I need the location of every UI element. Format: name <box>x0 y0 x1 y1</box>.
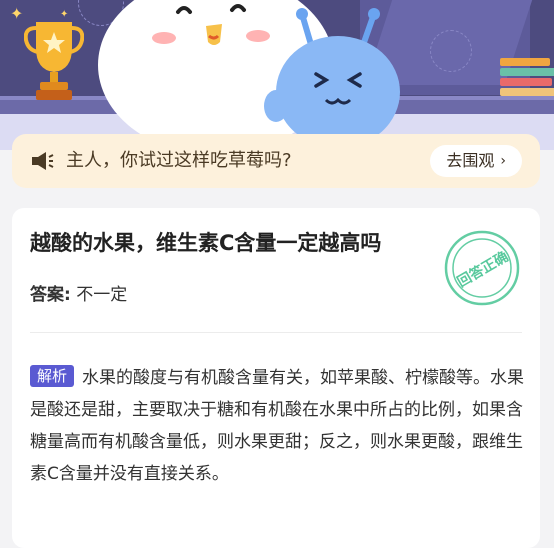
question-title: 越酸的水果，维生素C含量一定越高吗 <box>30 231 382 255</box>
speaker-icon <box>32 152 54 170</box>
divider <box>30 332 522 333</box>
books-stack <box>500 58 554 98</box>
answer-card: 越酸的水果，维生素C含量一定越高吗 回答正确 答案: 不一定 解析 水果的酸度与有… <box>12 208 540 548</box>
stamp-text: 回答正确 <box>454 248 511 291</box>
notice-bar: 主人，你试过这样吃草莓吗? 去围观 › <box>12 134 540 188</box>
notice-text: 主人，你试过这样吃草莓吗? <box>66 150 292 171</box>
answer-value: 不一定 <box>76 285 128 305</box>
analysis-tag: 解析 <box>30 365 75 387</box>
header-banner: ✦ ✦ <box>0 0 554 150</box>
analysis-text: 水果的酸度与有机酸含量有关，如苹果酸、柠檬酸等。水果是酸还是甜，主要取决于糖和有… <box>30 368 525 484</box>
correct-stamp-icon: 回答正确 <box>444 230 520 306</box>
go-watch-button[interactable]: 去围观 › <box>430 145 522 177</box>
decor-circle <box>430 30 472 72</box>
go-watch-label: 去围观 <box>446 151 495 170</box>
chevron-right-icon: › <box>500 153 506 169</box>
answer-row: 答案: 不一定 <box>30 282 127 308</box>
trophy-icon <box>24 22 84 100</box>
blue-mascot <box>264 8 400 148</box>
analysis-block: 解析 水果的酸度与有机酸含量有关，如苹果酸、柠檬酸等。水果是酸还是甜，主要取决于糖… <box>30 362 524 490</box>
sparkle-icon: ✦ <box>10 4 24 23</box>
answer-label: 答案: <box>30 285 71 305</box>
